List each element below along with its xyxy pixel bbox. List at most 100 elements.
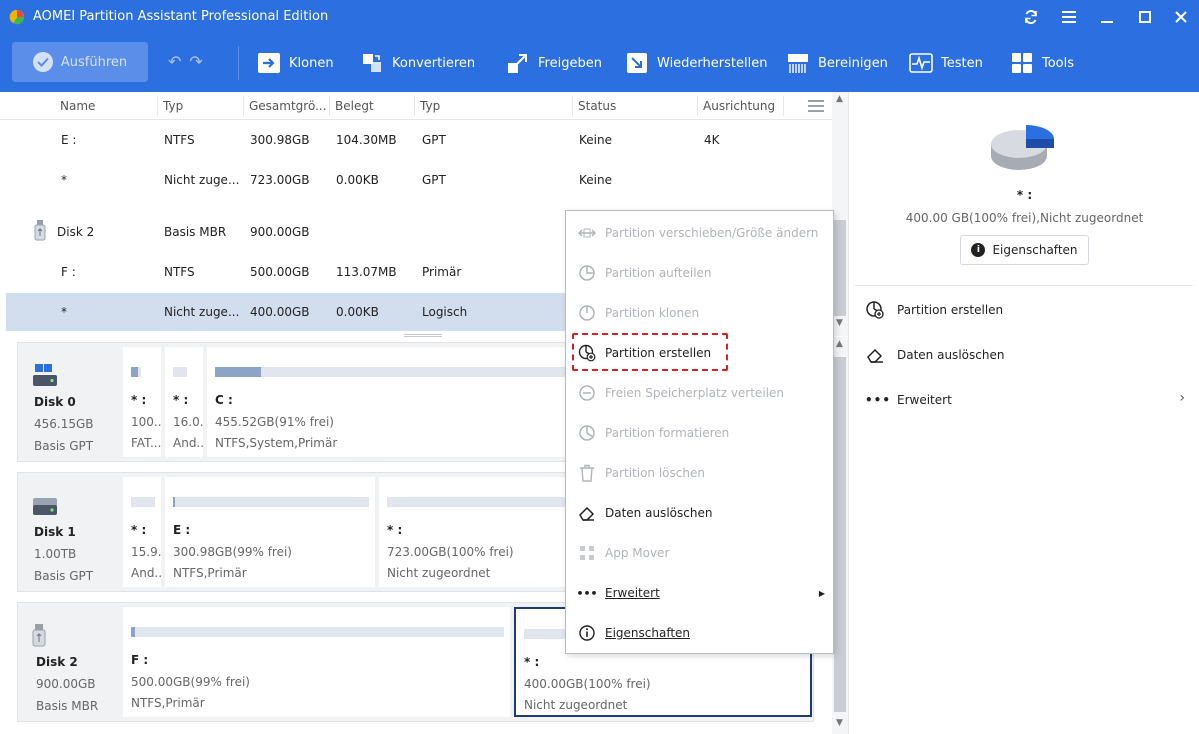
table-scrollbar[interactable]: ▲ ▼ <box>832 92 848 336</box>
apply-button[interactable]: Ausführen <box>12 42 148 82</box>
row-alignment: 4K <box>704 133 720 147</box>
details-panel: * : 400.00 GB(100% frei),Nicht zugeordne… <box>848 92 1199 734</box>
partition-size: 100.... <box>131 415 161 429</box>
recover-label: Wiederherstellen <box>657 55 768 71</box>
create-partition-action[interactable]: Partition erstellen <box>865 298 1185 322</box>
row-type: Basis MBR <box>164 225 227 239</box>
menu-item-app-mover[interactable]: App Mover <box>566 534 833 572</box>
share-button[interactable]: Freigeben <box>506 48 602 78</box>
menu-item-delete[interactable]: Partition löschen <box>566 454 833 492</box>
partition-block[interactable]: E : 300.98GB(99% frei) NTFS,Primär <box>165 477 375 587</box>
menu-item-split[interactable]: Partition aufteilen <box>566 254 833 292</box>
scroll-down-icon[interactable]: ▼ <box>836 318 843 328</box>
col-status[interactable]: Status <box>578 99 616 113</box>
row-name: * <box>61 305 67 319</box>
title-bar: AOMEI Partition Assistant Professional E… <box>0 0 1199 34</box>
menu-item-allocate[interactable]: Freien Speicherplatz verteilen <box>566 374 833 412</box>
test-button[interactable]: Testen <box>909 48 983 78</box>
diskmap-scrollbar[interactable]: ▲ ▼ <box>832 337 848 734</box>
column-settings-icon[interactable] <box>808 100 824 115</box>
menu-item-wipe-data[interactable]: Daten auslöschen <box>566 494 833 532</box>
row-fs-type: GPT <box>422 133 446 147</box>
col-alignment[interactable]: Ausrichtung <box>703 99 775 113</box>
partition-size: 723.00GB(100% frei) <box>387 545 514 559</box>
info-icon: i <box>971 243 986 257</box>
col-used[interactable]: Belegt <box>335 99 374 113</box>
allocate-icon <box>578 384 596 402</box>
menu-icon[interactable] <box>1058 6 1080 28</box>
partition-block[interactable]: F : 500.00GB(99% frei) NTFS,Primär <box>123 607 510 717</box>
partition-fs: Nicht zugeordnet <box>387 566 491 580</box>
table-row[interactable]: * Nicht zuge... 723.00GB 0.00KB GPT Kein… <box>6 161 832 199</box>
table-row[interactable]: E : NTFS 300.98GB 104.30MB GPT Keine 4K <box>6 121 832 159</box>
redo-icon[interactable]: ↷ <box>189 52 202 74</box>
close-icon[interactable] <box>1170 6 1192 28</box>
scroll-up-icon[interactable]: ▲ <box>836 94 843 104</box>
usage-bar <box>131 627 135 637</box>
scroll-thumb[interactable] <box>834 220 846 316</box>
create-partition-icon <box>578 344 596 362</box>
trash-icon <box>578 464 596 482</box>
tools-button[interactable]: Tools <box>1010 48 1074 78</box>
partition-fs: NTFS,Primär <box>173 566 247 580</box>
row-capacity: 723.00GB <box>250 173 310 187</box>
advanced-action[interactable]: ••• Erweitert › <box>865 388 1185 412</box>
undo-icon[interactable]: ↶ <box>168 52 181 74</box>
advanced-label: Erweitert <box>897 393 952 407</box>
scroll-down-icon[interactable]: ▼ <box>836 718 843 728</box>
info-icon <box>578 624 596 642</box>
app-mover-icon <box>578 544 596 562</box>
partition-block[interactable]: * : 15.9... And... <box>123 477 161 587</box>
scroll-thumb[interactable] <box>834 357 846 712</box>
menu-item-label: App Mover <box>605 546 670 560</box>
menu-item-create-partition[interactable]: Partition erstellen <box>566 334 833 372</box>
split-icon <box>578 264 596 282</box>
menu-item-label: Erweitert <box>605 586 660 600</box>
row-type: NTFS <box>164 265 195 279</box>
recover-button[interactable]: Wiederherstellen <box>625 48 767 78</box>
partition-label: * : <box>173 393 189 407</box>
partition-label: * : <box>524 655 540 669</box>
menu-item-clone[interactable]: Partition klonen <box>566 294 833 332</box>
col-capacity[interactable]: Gesamtgrö... <box>249 99 327 113</box>
create-partition-label: Partition erstellen <box>897 303 1004 317</box>
check-icon <box>32 52 53 72</box>
disk-info: Disk 2 900.00GB Basis MBR <box>18 603 122 721</box>
partition-fs: FAT... <box>131 436 161 450</box>
partition-size: 15.9... <box>131 545 161 559</box>
shredder-icon <box>786 51 810 75</box>
clone-button[interactable]: Klonen <box>257 48 334 78</box>
partition-fs: And... <box>173 436 203 450</box>
submenu-arrow-icon: ▶ <box>818 588 825 598</box>
disk-info: Disk 1 1.00TB Basis GPT <box>18 473 122 591</box>
convert-label: Konvertieren <box>392 55 476 71</box>
wipe-data-action[interactable]: Daten auslöschen <box>865 343 1185 367</box>
properties-button[interactable]: i Eigenschaften <box>960 235 1089 265</box>
col-type[interactable]: Typ <box>163 99 183 113</box>
partition-block[interactable]: * : 16.0... And... <box>165 347 203 457</box>
menu-item-properties[interactable]: Eigenschaften <box>566 614 833 652</box>
table-header: Name Typ Gesamtgrö... Belegt Typ Status … <box>0 92 832 120</box>
col-name[interactable]: Name <box>60 99 95 113</box>
maximize-icon[interactable] <box>1134 6 1156 28</box>
menu-item-advanced[interactable]: ••• Erweitert ▶ <box>566 574 833 612</box>
partition-info: 400.00 GB(100% frei),Nicht zugeordnet <box>905 211 1144 225</box>
scroll-up-icon[interactable]: ▲ <box>836 339 843 349</box>
row-used: 113.07MB <box>336 265 397 279</box>
minimize-icon[interactable] <box>1096 6 1118 28</box>
partition-label: * : <box>131 523 147 537</box>
convert-button[interactable]: Konvertieren <box>360 48 475 78</box>
cleanup-button[interactable]: Bereinigen <box>786 48 888 78</box>
partition-block[interactable]: * : 100.... FAT... <box>123 347 161 457</box>
row-used: 0.00KB <box>336 305 379 319</box>
refresh-icon[interactable] <box>1020 6 1042 28</box>
clone-partition-icon <box>578 304 596 322</box>
menu-item-format[interactable]: Partition formatieren <box>566 414 833 452</box>
row-type: Nicht zuge... <box>164 305 240 319</box>
row-name: Disk 2 <box>57 225 95 239</box>
disk-name: Disk 1 <box>34 525 76 539</box>
usage-bar <box>131 367 138 377</box>
menu-item-move-resize[interactable]: Partition verschieben/Größe ändern <box>566 214 833 252</box>
col-fs-type[interactable]: Typ <box>420 99 440 113</box>
partition-fs: NTFS,Primär <box>131 696 205 710</box>
